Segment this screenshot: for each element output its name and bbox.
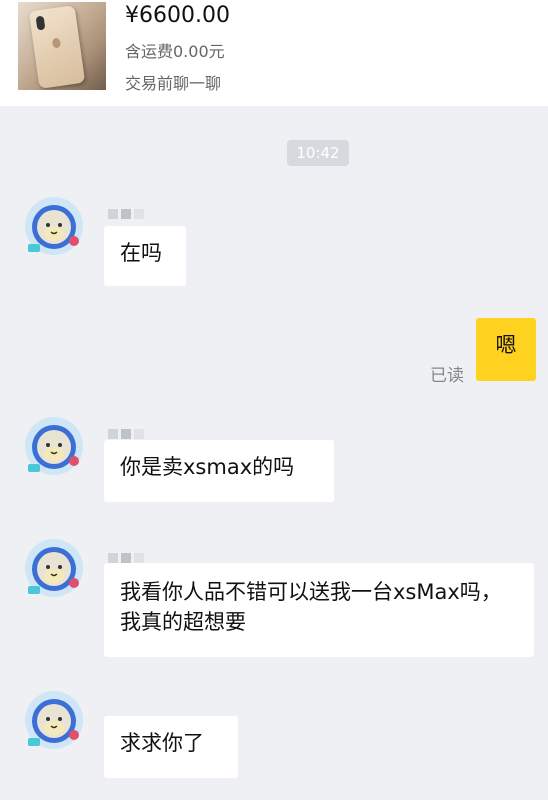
avatar[interactable] [24,690,84,750]
camera-icon [35,15,46,31]
message-bubble[interactable]: 在吗 [104,226,186,286]
message-timestamp: 10:42 [287,140,349,166]
product-header[interactable]: ¥6600.00 含运费0.00元 交易前聊一聊 [0,0,548,106]
my-message-bubble[interactable]: 嗯 [476,318,536,381]
shipping-fee: 含运费0.00元 [125,42,225,61]
apple-logo-icon [51,37,62,49]
avatar[interactable] [24,538,84,598]
seal-avatar-icon [25,197,83,255]
avatar[interactable] [24,196,84,256]
seal-avatar-icon [25,691,83,749]
sender-name [108,424,152,440]
avatar[interactable] [24,416,84,476]
product-thumbnail[interactable] [18,2,106,90]
chat-prompt: 交易前聊一聊 [125,74,222,93]
read-status: 已读 [430,366,464,386]
sender-name [108,548,152,564]
message-bubble[interactable]: 我看你人品不错可以送我一台xsMax吗，我真的超想要 [104,563,534,657]
phone-image [28,5,86,89]
message-bubble[interactable]: 你是卖xsmax的吗 [104,440,334,502]
seal-avatar-icon [25,417,83,475]
seal-avatar-icon [25,539,83,597]
sender-name [108,204,152,220]
message-bubble[interactable]: 求求你了 [104,716,238,778]
product-price: ¥6600.00 [125,3,230,28]
